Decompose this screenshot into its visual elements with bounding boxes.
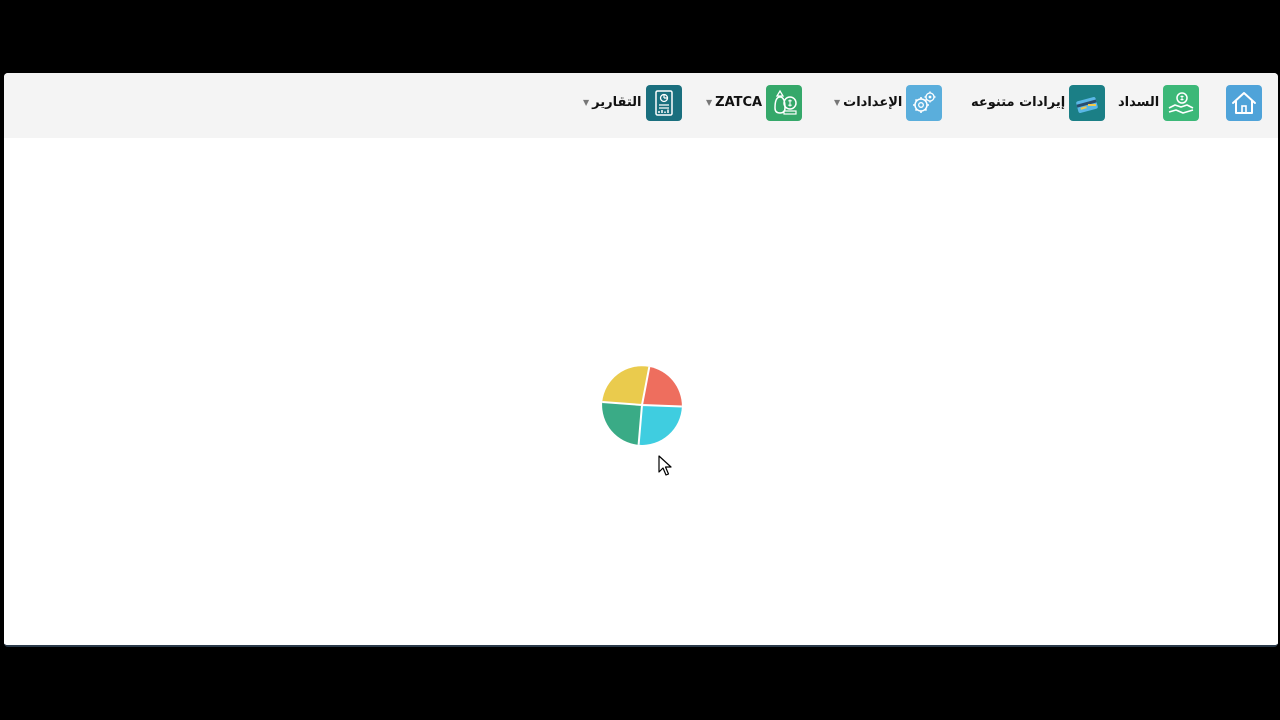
nav-item-payment[interactable]: السداد: [1118, 84, 1200, 121]
mouse-cursor-icon: [658, 455, 674, 477]
chevron-down-icon: ▼: [583, 98, 590, 107]
home-icon: [1226, 84, 1262, 121]
nav-item-home[interactable]: [1226, 84, 1262, 121]
nav-item-misc-revenue[interactable]: إيرادات متنوعه: [971, 84, 1106, 121]
chevron-down-icon: ▼: [706, 98, 713, 107]
gears-icon: [906, 84, 943, 121]
nav-label-settings: الإعدادات: [843, 95, 903, 110]
nav-label-reports: التقارير: [592, 95, 642, 110]
chevron-down-icon: ▼: [834, 98, 841, 107]
handshake-money-icon: [1163, 84, 1200, 121]
pie-loading-icon: [600, 363, 684, 447]
money-bag-icon: [766, 84, 803, 121]
report-icon: [645, 84, 682, 121]
nav-item-settings[interactable]: ▼ الإعدادات: [834, 84, 943, 121]
nav-item-zatca[interactable]: ▼ ZATCA: [706, 84, 803, 121]
main-content: [4, 138, 1278, 645]
nav-item-reports[interactable]: ▼ التقارير: [583, 84, 682, 121]
top-navbar: السداد إيرادات متنوعه ▼ الإعدادات ▼ ZATC…: [4, 73, 1278, 138]
nav-label-payment: السداد: [1118, 95, 1160, 110]
nav-label-zatca: ZATCA: [715, 95, 763, 110]
nav-label-misc-revenue: إيرادات متنوعه: [971, 95, 1066, 110]
app-window: السداد إيرادات متنوعه ▼ الإعدادات ▼ ZATC…: [4, 73, 1278, 647]
credit-card-icon: [1069, 84, 1106, 121]
